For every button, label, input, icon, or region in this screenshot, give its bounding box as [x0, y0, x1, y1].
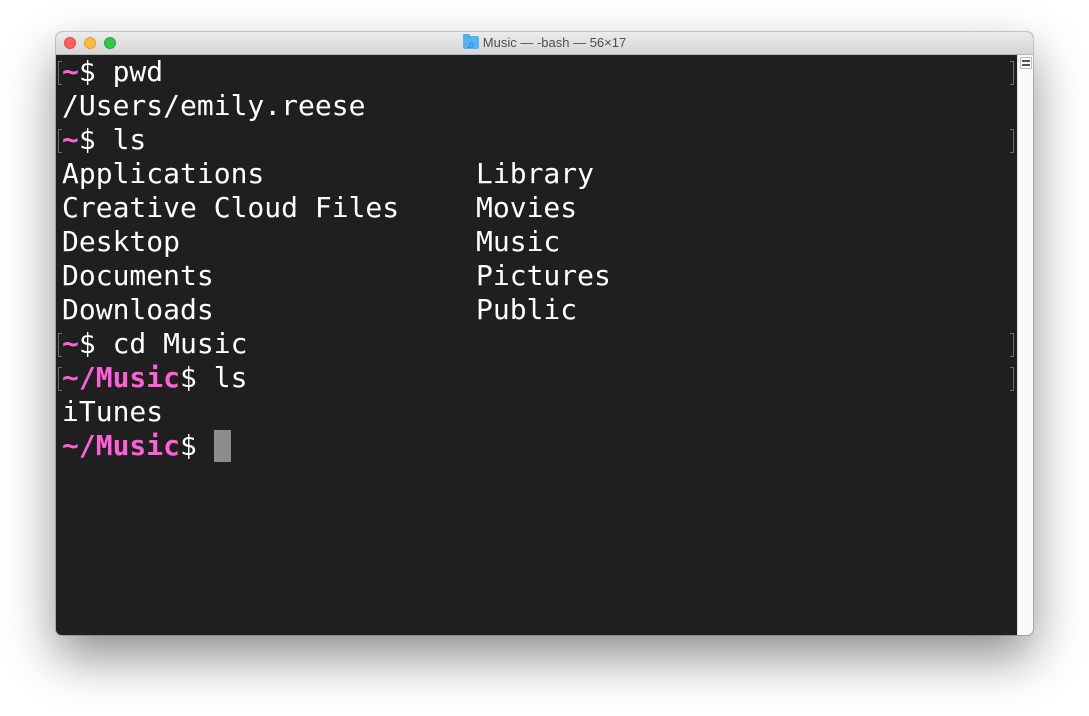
ls-entry: Desktop: [62, 225, 181, 258]
music-folder-icon: [462, 34, 479, 57]
prompt-mark-right: [1010, 129, 1014, 153]
command-text: $ pwd: [78, 55, 164, 88]
terminal-line-prompt: ~/Music$ ls: [62, 361, 247, 395]
terminal-content[interactable]: ~$ pwd /Users/emily.reese ~$ ls Applicat…: [56, 55, 1017, 635]
terminal-line-output: iTunes: [62, 395, 164, 428]
title-bar[interactable]: Music — -bash — 56×17: [56, 32, 1033, 57]
terminal-line-prompt: ~$ pwd: [62, 55, 163, 89]
terminal-line-prompt: ~$ ls: [62, 123, 146, 157]
ls-entry: Applications: [62, 157, 265, 190]
scrollbar[interactable]: [1017, 55, 1033, 635]
terminal-line-prompt: ~$ cd Music: [62, 327, 247, 361]
ls-entry: Music: [476, 225, 561, 258]
command-text: $ cd Music: [78, 327, 248, 360]
command-text: $ ls: [78, 123, 147, 156]
prompt-mark-right: [1010, 61, 1014, 85]
terminal-window: Music — -bash — 56×17 ~$ pwd /Users/emil…: [56, 32, 1033, 635]
prompt-path: ~: [62, 123, 79, 156]
prompt-path: ~/Music: [62, 429, 181, 462]
prompt-mark-right: [1010, 367, 1014, 391]
split-pane-icon[interactable]: [1020, 57, 1032, 69]
command-text: $: [180, 429, 214, 462]
window-title-text: Music — -bash — 56×17: [482, 35, 627, 50]
ls-row: Applications Library: [62, 157, 962, 191]
terminal-line-output: /Users/emily.reese: [62, 89, 366, 122]
window-title: Music — -bash — 56×17: [56, 32, 1033, 57]
ls-entry: Public: [476, 293, 578, 326]
ls-entry: Creative Cloud Files: [62, 191, 400, 224]
prompt-path: ~: [62, 55, 79, 88]
ls-row: Creative Cloud Files Movies: [62, 191, 962, 225]
ls-entry: Documents: [62, 259, 214, 292]
ls-entry: Library: [476, 157, 595, 190]
ls-row: Downloads Public: [62, 293, 962, 327]
ls-entry: Downloads: [62, 293, 214, 326]
command-text: $ ls: [180, 361, 248, 394]
ls-row: Documents Pictures: [62, 259, 962, 293]
prompt-path: ~: [62, 327, 79, 360]
ls-row: Desktop Music: [62, 225, 962, 259]
text-cursor: [213, 430, 231, 462]
ls-entry: Movies: [476, 191, 578, 224]
ls-entry: Pictures: [476, 259, 611, 292]
prompt-mark-right: [1010, 333, 1014, 357]
prompt-path: ~/Music: [62, 361, 181, 394]
terminal-line-current-prompt: ~/Music$: [62, 429, 231, 463]
